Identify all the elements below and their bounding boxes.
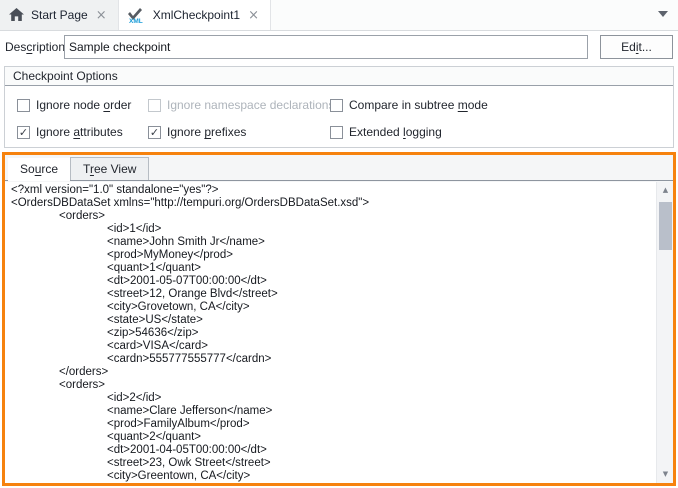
xml-source-line: <dt>2001-05-07T00:00:00</dt> <box>5 275 656 288</box>
checkbox-checked-icon[interactable]: ✓ <box>17 126 30 139</box>
checkbox-label: Ignore prefixes <box>167 125 246 139</box>
checkpoint-options-title: Checkpoint Options <box>5 67 673 86</box>
xml-source-line: <dt>2001-04-05T00:00:00</dt> <box>5 444 656 457</box>
xml-source-line: <city>Greentown, CA</city> <box>5 470 656 483</box>
xml-source-line: <id>1</id> <box>5 223 656 236</box>
scrollbar-thumb[interactable] <box>659 202 672 250</box>
xml-source-line: <prod>MyMoney</prod> <box>5 249 656 262</box>
checkbox-ignore-node-order[interactable]: Ignore node order <box>17 98 148 112</box>
checkbox-label: Compare in subtree mode <box>349 98 488 112</box>
home-icon <box>9 8 24 22</box>
document-tabstrip: Start Page × XML XmlCheckpoint1 × <box>0 0 678 31</box>
xml-source-line: <cardn>555777555777</cardn> <box>5 353 656 366</box>
vertical-scrollbar[interactable]: ▲ ▼ <box>656 182 673 483</box>
checkbox-label: Extended logging <box>349 125 442 139</box>
edit-button[interactable]: Edit... <box>600 35 673 59</box>
checkbox-extended-logging[interactable]: Extended logging <box>330 125 673 139</box>
xml-source-line: <name>Clare Jefferson</name> <box>5 405 656 418</box>
xml-source-line: <orders> <box>5 379 656 392</box>
scroll-down-icon[interactable]: ▼ <box>657 466 674 483</box>
checkpoint-options-group: Checkpoint Options Ignore node orderIgno… <box>4 66 674 148</box>
xml-source-line: <quant>1</quant> <box>5 262 656 275</box>
scroll-up-icon[interactable]: ▲ <box>657 182 674 199</box>
checkbox-ignore-namespace-declarations: Ignore namespace declarations <box>148 98 330 112</box>
xml-source-line: <orders> <box>5 210 656 223</box>
checkbox-label: Ignore node order <box>36 98 131 112</box>
checkbox-unchecked-icon[interactable] <box>17 99 30 112</box>
checkbox-ignore-prefixes[interactable]: ✓ Ignore prefixes <box>148 125 330 139</box>
xml-source-line: <OrdersDBDataSet xmlns="http://tempuri.o… <box>5 197 656 210</box>
checkbox-checked-icon[interactable]: ✓ <box>148 126 161 139</box>
tab-xmlcheckpoint1-label: XmlCheckpoint1 <box>153 8 240 22</box>
checkbox-unchecked-icon[interactable] <box>330 126 343 139</box>
close-icon[interactable]: × <box>95 9 108 22</box>
tab-start-page[interactable]: Start Page × <box>0 0 119 30</box>
checkpoint-options-grid: Ignore node order Ignore namespace declar… <box>5 86 673 139</box>
xml-source-line: <id>2</id> <box>5 392 656 405</box>
xml-source-editor[interactable]: <?xml version="1.0" standalone="yes"?><O… <box>5 182 656 483</box>
xml-source-line: <name>John Smith Jr</name> <box>5 236 656 249</box>
description-input[interactable] <box>64 35 588 59</box>
xml-source-line: <quant>2</quant> <box>5 431 656 444</box>
xml-source-line: <card>VISA</card> <box>5 340 656 353</box>
tab-xmlcheckpoint1[interactable]: XML XmlCheckpoint1 × <box>119 0 271 30</box>
xml-source-line: <city>Grovetown, CA</city> <box>5 301 656 314</box>
checkbox-label: Ignore namespace declarations <box>167 98 334 112</box>
checkbox-label: Ignore attributes <box>36 125 123 139</box>
xml-source-line: </orders> <box>5 366 656 379</box>
checkbox-ignore-attributes[interactable]: ✓ Ignore attributes <box>17 125 148 139</box>
tab-tree-view[interactable]: Tree View <box>70 157 149 180</box>
xml-checkpoint-icon: XML <box>128 7 146 24</box>
xml-source-line: <state>US</state> <box>5 314 656 327</box>
close-icon[interactable]: × <box>247 9 260 22</box>
xml-source-line: <prod>FamilyAlbum</prod> <box>5 418 656 431</box>
checkbox-compare-in-subtree-mode[interactable]: Compare in subtree mode <box>330 98 673 112</box>
xml-source-line: <street>23, Owk Street</street> <box>5 457 656 470</box>
source-panel: Source Tree View <?xml version="1.0" sta… <box>2 152 676 486</box>
tab-source[interactable]: Source <box>8 158 70 181</box>
description-label: Description: <box>5 40 68 54</box>
xml-source-line: <street>12, Orange Blvd</street> <box>5 288 656 301</box>
xml-source-line: <zip>54636</zip> <box>5 327 656 340</box>
source-view-tabstrip: Source Tree View <box>5 155 673 181</box>
svg-text:XML: XML <box>129 18 143 24</box>
xml-source-line: <?xml version="1.0" standalone="yes"?> <box>5 184 656 197</box>
chevron-down-icon[interactable] <box>658 11 668 17</box>
description-row: Description: Edit... <box>0 31 678 64</box>
tab-start-page-label: Start Page <box>31 8 88 22</box>
checkbox-unchecked-icon <box>148 99 161 112</box>
checkbox-unchecked-icon[interactable] <box>330 99 343 112</box>
